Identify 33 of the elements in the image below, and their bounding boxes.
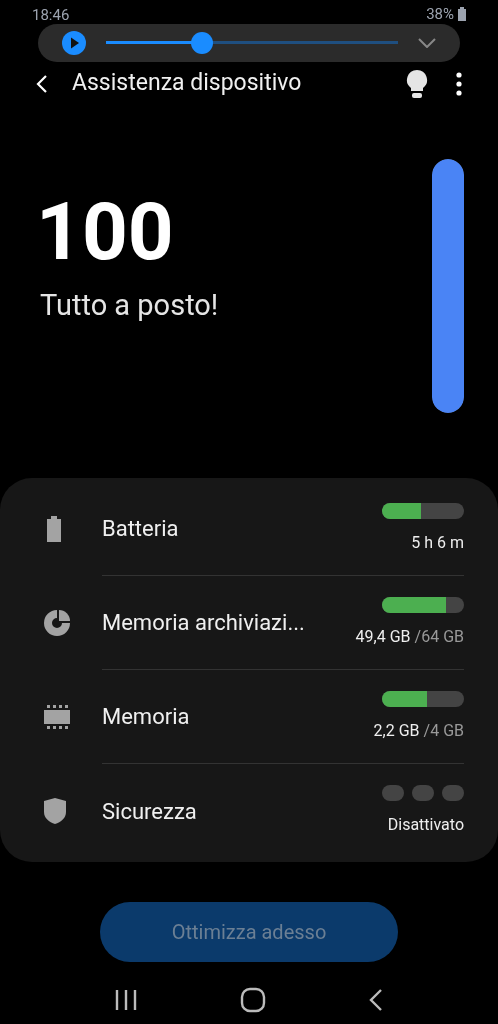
play-icon[interactable]	[62, 30, 86, 55]
row-label: Memoria	[102, 703, 190, 732]
home-icon[interactable]	[240, 987, 266, 1014]
pie-chart-icon	[44, 610, 70, 637]
status-row[interactable]: Batteria 5 h 6 m	[0, 482, 498, 577]
status-row[interactable]: Sicurezza Disattivato	[0, 764, 498, 859]
status-time: 18:46	[32, 5, 70, 24]
recent-apps-icon[interactable]	[115, 989, 138, 1012]
seek-slider[interactable]	[106, 31, 398, 54]
more-options-icon[interactable]	[456, 71, 462, 96]
back-icon[interactable]	[36, 73, 48, 94]
row-total: /64 GB	[414, 625, 464, 648]
battery-icon	[458, 7, 466, 21]
row-label: Sicurezza	[102, 797, 197, 826]
memory-chip-icon	[44, 704, 70, 731]
row-value: 49,4 GB	[355, 625, 411, 648]
lightbulb-icon[interactable]	[406, 69, 428, 98]
battery-icon	[44, 516, 64, 543]
status-row[interactable]: Memoria archiviazi... 49,4 GB /64 GB	[0, 576, 498, 671]
shield-icon	[44, 798, 66, 825]
row-value: 2,2 GB	[373, 719, 420, 742]
screen-title: Assistenza dispositivo	[72, 68, 303, 99]
score-value: 100	[36, 191, 175, 272]
row-value: 5 h 6 m	[411, 531, 464, 554]
status-row[interactable]: Memoria 2,2 GB /4 GB	[0, 670, 498, 765]
row-label: Memoria archiviazi...	[102, 609, 305, 638]
back-nav-icon[interactable]	[368, 988, 383, 1013]
row-label: Batteria	[102, 515, 179, 544]
row-total: /4 GB	[423, 719, 464, 742]
battery-percent: 38%	[426, 3, 454, 25]
chevron-down-icon[interactable]	[418, 37, 436, 48]
status-message: Tutto a posto!	[40, 286, 219, 324]
row-value: Disattivato	[387, 814, 464, 837]
